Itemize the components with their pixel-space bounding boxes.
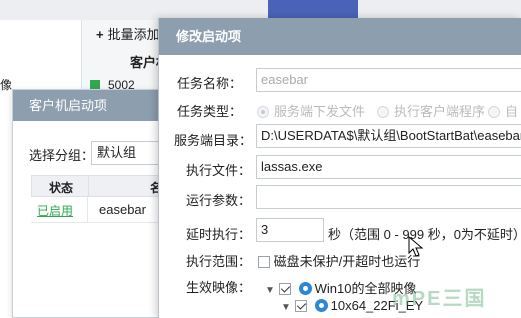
column-divider (88, 176, 89, 196)
batch-add-label: 批量添加 (107, 27, 160, 42)
exec-file-input[interactable]: lassas.exe (256, 155, 521, 179)
task-name-label: 任务名称： (177, 76, 243, 91)
radio-dot-icon (488, 106, 500, 118)
disk-icon (314, 299, 328, 312)
radio-server-dispatch[interactable]: 服务端下发文件 (257, 101, 365, 120)
disk-icon (298, 282, 312, 295)
top-accent-tab[interactable] (268, 0, 358, 20)
scope-label: 执行范围： (186, 254, 252, 269)
chevron-down-icon[interactable]: ▼ (281, 302, 295, 313)
radio-label: 服务端下发文件 (274, 104, 366, 119)
checkbox-checked-icon[interactable] (295, 300, 307, 312)
launch-item-name: easebar (99, 202, 146, 217)
radio-label: 自 (505, 104, 519, 119)
checkbox-checked-icon[interactable] (279, 283, 291, 295)
task-type-label: 任务类型： (177, 104, 243, 119)
side-fragment-text: 像 (0, 78, 13, 92)
column-status[interactable]: 状态 (49, 179, 73, 196)
server-dir-input[interactable]: D:\USERDATA$\默认组\BootStartBat\easebar\ (256, 124, 521, 148)
top-strip (0, 0, 521, 20)
images-label: 生效映像： (186, 280, 252, 295)
radio-label: 执行客户端程序 (394, 104, 486, 119)
radio-run-client[interactable]: 执行客户端程序 (377, 101, 485, 120)
edit-dialog-title: 修改启动项 (159, 18, 521, 55)
scope-checkbox-label: 磁盘未保护/开超时也运行 (273, 254, 421, 269)
radio-dot-icon (377, 106, 389, 118)
edit-launch-dialog: 修改启动项 任务名称： easebar 任务类型： 服务端下发文件 执行客户端程… (158, 18, 521, 318)
batch-add-button[interactable]: + 批量添加 (96, 24, 160, 43)
group-label: 选择分组： (29, 148, 95, 163)
params-label: 运行参数： (186, 193, 252, 208)
scope-checkbox[interactable]: 磁盘未保护/开超时也运行 (258, 251, 420, 270)
watermark: mPE三国 (392, 288, 487, 310)
server-dir-label: 服务端目录： (174, 133, 253, 148)
mouse-pointer-icon (408, 236, 424, 257)
delay-label: 延时执行： (186, 227, 252, 242)
delay-hint: 秒（范围 0 - 999 秒，0为不延时） (328, 227, 521, 242)
column-divider (87, 197, 88, 223)
plus-icon: + (96, 27, 104, 42)
chevron-down-icon[interactable]: ▼ (265, 285, 279, 296)
params-input[interactable] (256, 185, 521, 209)
client-launch-dialog: 客户机启动项 选择分组： 默认组 状态 名 已启用 easebar (12, 89, 181, 318)
client-dialog-title: 客户机启动项 (13, 90, 171, 121)
checkbox-icon (258, 256, 270, 268)
radio-dot-icon (257, 106, 269, 118)
radio-custom[interactable]: 自 (488, 101, 518, 120)
delay-input[interactable]: 3 (256, 218, 324, 242)
status-link[interactable]: 已启用 (37, 202, 73, 219)
exec-file-label: 执行文件： (186, 163, 252, 178)
task-name-input[interactable]: easebar (256, 68, 521, 92)
